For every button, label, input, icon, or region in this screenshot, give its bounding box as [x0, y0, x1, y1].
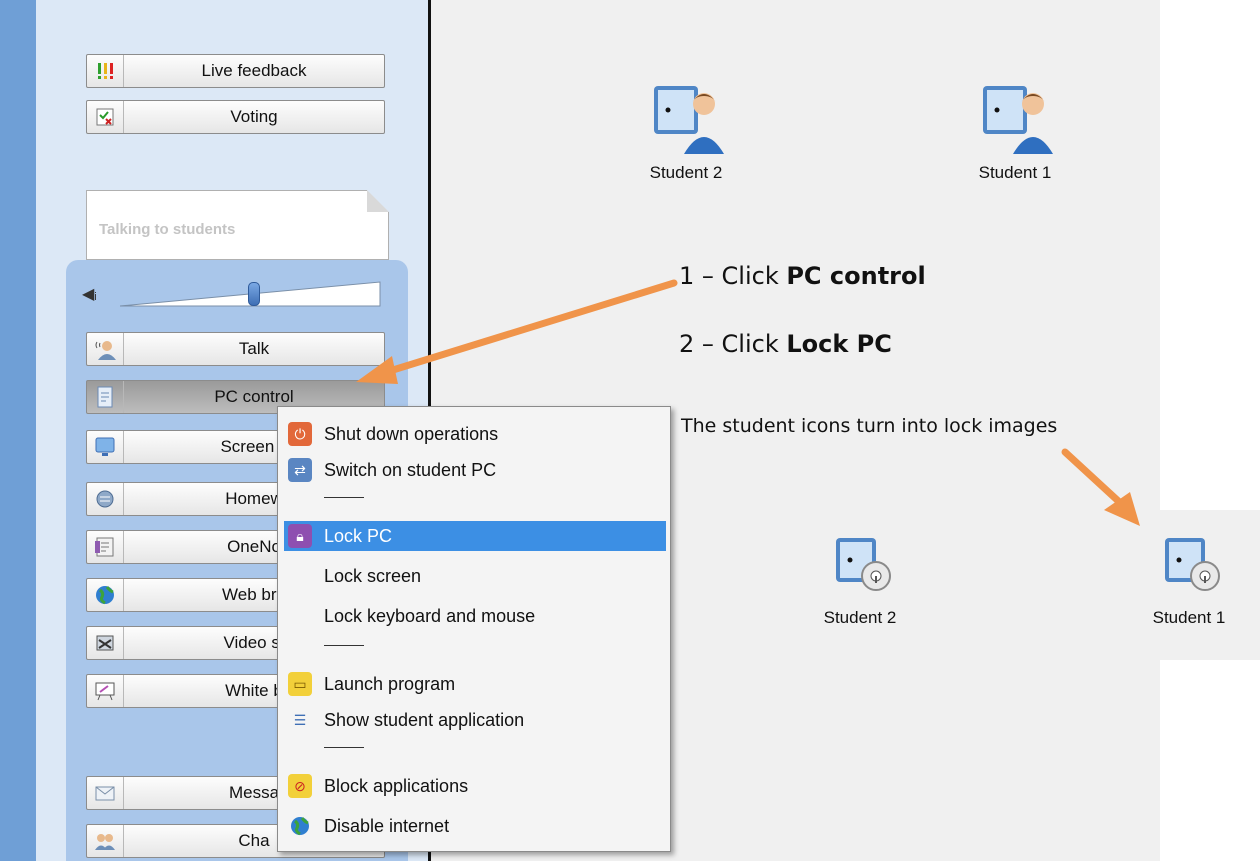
student-computer-icon	[983, 86, 1053, 154]
pc-control-menu: ⏻ Shut down operations ⇄ Switch on stude…	[277, 406, 671, 852]
menu-icon-placeholder	[288, 604, 312, 628]
student-name: Student 2	[823, 608, 897, 627]
menu-item-launch-program[interactable]: ▭ Launch program	[284, 669, 666, 699]
menu-item-shut-down[interactable]: ⏻ Shut down operations	[284, 419, 666, 449]
menu-item-switch-on[interactable]: ⇄ Switch on student PC	[284, 455, 666, 485]
menu-icon-placeholder	[288, 564, 312, 588]
launch-icon: ▭	[288, 672, 312, 696]
student-name: Student 1	[978, 163, 1052, 182]
step-1-text: 1 – Click	[679, 262, 787, 290]
step-1-bold: PC control	[786, 262, 926, 290]
pc-control-icon	[87, 381, 124, 413]
menu-item-lock-screen[interactable]: Lock screen	[284, 561, 666, 591]
locked-student-tile[interactable]: Student 1	[1124, 532, 1254, 628]
application-icon: ☰	[293, 711, 307, 728]
menu-item-lock-keyboard-mouse[interactable]: Lock keyboard and mouse	[284, 601, 666, 631]
volume-slider-thumb[interactable]	[248, 282, 260, 306]
menu-item-label: Lock keyboard and mouse	[324, 605, 536, 626]
homework-icon	[87, 483, 124, 515]
talk-label: Talk	[238, 339, 270, 358]
menu-item-label: Shut down operations	[324, 423, 499, 444]
talk-icon	[87, 333, 124, 365]
menu-separator	[324, 747, 364, 748]
instruction-caption: The student icons turn into lock images	[681, 415, 1058, 437]
whiteboard-icon	[87, 675, 124, 707]
student-name: Student 2	[649, 163, 723, 182]
talk-button[interactable]: Talk	[86, 332, 385, 366]
video-icon	[87, 627, 124, 659]
voting-button[interactable]: Voting	[86, 100, 385, 134]
menu-item-lock-pc[interactable]: 🔒︎ Lock PC	[284, 521, 666, 551]
menu-item-disable-internet[interactable]: Disable internet	[284, 811, 666, 841]
locked-student-tile[interactable]: Student 2	[795, 532, 925, 628]
instruction-step-2: 2 – Click Lock PC	[679, 330, 892, 358]
menu-item-label: Switch on student PC	[324, 459, 497, 480]
live-feedback-button[interactable]: Live feedback	[86, 54, 385, 88]
voting-icon	[87, 101, 124, 133]
student-tile[interactable]: Student 2	[621, 80, 751, 183]
locked-computer-icon	[836, 538, 891, 591]
step-2-bold: Lock PC	[786, 330, 892, 358]
student-computer-icon	[654, 86, 724, 154]
live-feedback-label: Live feedback	[201, 61, 307, 80]
globe-icon	[288, 814, 312, 838]
envelope-icon	[87, 777, 124, 809]
menu-item-label: Block applications	[324, 775, 469, 796]
screen-icon	[87, 431, 124, 463]
talking-to-students-card: Talking to students	[86, 190, 389, 260]
block-icon: ⊘	[288, 774, 312, 798]
menu-item-label: Show student application	[324, 709, 525, 730]
instruction-step-1: 1 – Click PC control	[679, 262, 926, 290]
globe-icon	[87, 579, 124, 611]
voting-label: Voting	[230, 107, 278, 126]
menu-item-block-applications[interactable]: ⊘ Block applications	[284, 771, 666, 801]
pc-control-label: PC control	[214, 387, 294, 406]
power-icon: ⏻	[288, 422, 312, 446]
chat-icon	[87, 825, 124, 857]
student-tile[interactable]: Student 1	[950, 80, 1080, 183]
volume-slider-row: ◀ᵢ	[80, 280, 385, 310]
menu-separator	[324, 497, 364, 498]
onenote-icon	[87, 531, 124, 563]
menu-item-show-student-application[interactable]: ☰ Show student application	[284, 705, 666, 735]
menu-item-label: Disable internet	[324, 815, 450, 836]
student-name: Student 1	[1152, 608, 1226, 627]
menu-item-label: Lock PC	[324, 525, 393, 546]
switch-icon: ⇄	[288, 458, 312, 482]
locked-computer-icon	[1165, 538, 1220, 591]
page-background	[1160, 0, 1260, 510]
left-accent-strip	[0, 0, 36, 861]
page-fold-icon	[367, 190, 389, 212]
lock-icon: 🔒︎	[288, 524, 312, 548]
talking-to-students-label: Talking to students	[99, 221, 236, 238]
speaker-icon: ◀ᵢ	[82, 286, 97, 303]
menu-item-label: Lock screen	[324, 565, 422, 586]
step-2-text: 2 – Click	[679, 330, 787, 358]
live-feedback-icon	[87, 55, 124, 87]
menu-separator	[324, 645, 364, 646]
menu-item-label: Launch program	[324, 673, 456, 694]
